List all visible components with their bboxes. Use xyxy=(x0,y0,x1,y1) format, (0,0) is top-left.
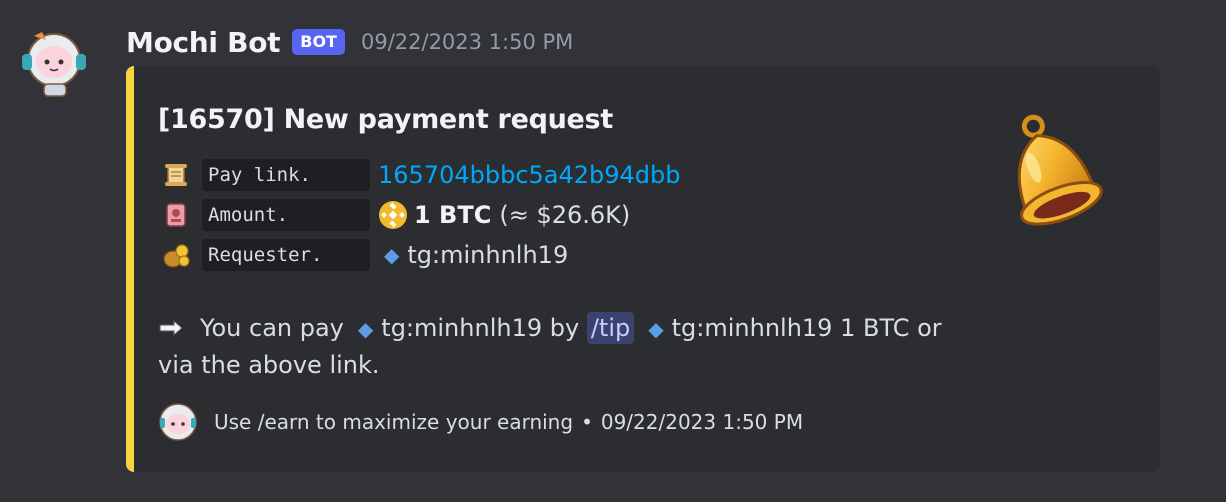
money-bag-icon xyxy=(162,241,190,269)
amount-row: Amount. 1 BTC (≈ $26.6K) xyxy=(162,198,630,232)
message-header: Mochi Bot BOT 09/22/2023 1:50 PM xyxy=(126,22,573,62)
tip-command[interactable]: /tip xyxy=(586,312,635,344)
pay-prefix: You can pay xyxy=(200,314,344,342)
pay-by: by xyxy=(549,314,580,342)
bnb-coin-icon xyxy=(379,201,407,229)
scroll-icon xyxy=(162,161,190,189)
footer-separator: • xyxy=(581,410,593,434)
bot-avatar[interactable] xyxy=(20,26,92,98)
embed-title: [16570] New payment request xyxy=(158,104,613,135)
payee: tg:minhnlh19 xyxy=(381,314,543,342)
amount-value: 1 BTC xyxy=(414,201,492,229)
embed-card: [16570] New payment request Pay link. 16… xyxy=(126,66,1160,472)
embed-footer: Use /earn to maximize your earning • 09/… xyxy=(158,402,803,442)
requester-row: Requester. ◆ tg:minhnlh19 xyxy=(162,238,568,272)
footer-timestamp: 09/22/2023 1:50 PM xyxy=(600,410,804,434)
pay-instruction: You can pay ◆ tg:minhnlh19 by /tip ◆ tg:minh… xyxy=(158,310,958,383)
small-blue-diamond-icon: ◆ xyxy=(357,317,374,341)
pointing-hand-icon xyxy=(158,310,186,346)
footer-avatar xyxy=(159,403,197,441)
requester-value: tg:minhnlh19 xyxy=(407,241,569,269)
ledger-icon xyxy=(162,201,190,229)
pay-link-label: Pay link. xyxy=(202,159,370,191)
requester-label: Requester. xyxy=(202,239,370,271)
bell-icon[interactable] xyxy=(986,108,1112,246)
pay-suffix: via the above link. xyxy=(158,351,380,379)
small-blue-diamond-icon: ◆ xyxy=(648,317,664,341)
pay-link[interactable]: 165704bbbc5a42b94dbb xyxy=(378,161,681,189)
bot-badge: BOT xyxy=(292,29,345,55)
author-name[interactable]: Mochi Bot xyxy=(126,26,281,59)
tip-target: tg:minhnlh19 1 BTC or xyxy=(671,314,942,342)
pay-link-row: Pay link. 165704bbbc5a42b94dbb xyxy=(162,158,681,192)
footer-text: Use /earn to maximize your earning xyxy=(214,410,574,434)
amount-label: Amount. xyxy=(202,199,370,231)
small-blue-diamond-icon: ◆ xyxy=(384,243,400,267)
amount-approx: (≈ $26.6K) xyxy=(499,201,631,229)
message-timestamp[interactable]: 09/22/2023 1:50 PM xyxy=(361,30,573,54)
